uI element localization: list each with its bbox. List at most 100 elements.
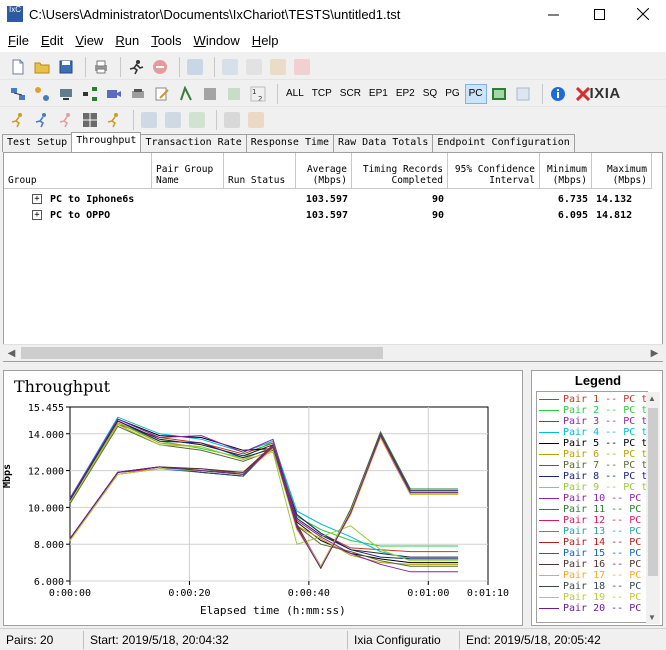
grid-horizontal-scrollbar[interactable]: ◀ ▶ xyxy=(3,344,663,361)
legend-item[interactable]: Pair 2 -- PC t xyxy=(539,405,647,416)
add-multicast-button[interactable] xyxy=(32,84,52,104)
results-button-2[interactable] xyxy=(32,110,52,130)
tab-response-time[interactable]: Response Time xyxy=(245,134,335,152)
scroll-up-icon[interactable]: ▲ xyxy=(648,394,656,403)
table-row[interactable]: + PC to OPPO 103.597 90 6.095 14.812 xyxy=(4,207,662,223)
edit-button[interactable] xyxy=(152,84,172,104)
results-button-10[interactable] xyxy=(246,110,266,130)
video-pair-button[interactable] xyxy=(104,84,124,104)
table-row[interactable]: + PC to Iphone6s 103.597 90 6.735 14.132 xyxy=(4,191,662,207)
toggle-disabled-button[interactable] xyxy=(224,84,244,104)
view-filter-pc-button[interactable]: PC xyxy=(464,83,487,104)
column-header[interactable]: Maximum (Mbps) xyxy=(592,153,652,189)
view-filter-all-button[interactable]: ALL xyxy=(283,84,307,104)
legend-item[interactable]: Pair 19 -- PC xyxy=(539,592,647,603)
column-header[interactable]: Timing Records Completed xyxy=(352,153,448,189)
legend-item[interactable]: Pair 7 -- PC t xyxy=(539,460,647,471)
tab-throughput[interactable]: Throughput xyxy=(71,132,142,152)
delete-button[interactable] xyxy=(292,57,312,77)
tab-endpoint-configuration[interactable]: Endpoint Configuration xyxy=(432,134,575,152)
legend-item[interactable]: Pair 11 -- PC xyxy=(539,504,647,515)
open-button[interactable] xyxy=(32,57,52,77)
hardware-button[interactable] xyxy=(80,84,100,104)
results-button-7[interactable] xyxy=(163,110,183,130)
column-header[interactable]: Run Status xyxy=(224,153,296,189)
results-button-3[interactable] xyxy=(56,110,76,130)
legend-item[interactable]: Pair 16 -- PC xyxy=(539,559,647,570)
save-button[interactable] xyxy=(56,57,76,77)
endpoint-button[interactable] xyxy=(56,84,76,104)
view-filter-tcp-button[interactable]: TCP xyxy=(309,84,335,104)
view-filter-pg-button[interactable]: PG xyxy=(442,84,462,104)
menu-file[interactable]: File xyxy=(2,33,35,48)
tab-transaction-rate[interactable]: Transaction Rate xyxy=(140,134,247,152)
chart-view-button[interactable] xyxy=(489,84,509,104)
menu-window[interactable]: Window xyxy=(188,33,246,48)
run-button[interactable] xyxy=(126,57,146,77)
filter-button[interactable] xyxy=(200,84,220,104)
scroll-right-icon[interactable]: ▶ xyxy=(646,345,663,362)
scrollbar-thumb[interactable] xyxy=(21,347,383,359)
view-filter-sq-button[interactable]: SQ xyxy=(420,84,440,104)
column-header[interactable]: Group xyxy=(4,153,152,189)
column-header[interactable]: 95% Confidence Interval xyxy=(448,153,540,189)
column-header[interactable]: Average (Mbps) xyxy=(296,153,352,189)
legend-item[interactable]: Pair 17 -- PC xyxy=(539,570,647,581)
menu-view[interactable]: View xyxy=(69,33,109,48)
column-header[interactable]: Minimum (Mbps) xyxy=(540,153,592,189)
close-button[interactable] xyxy=(620,0,666,28)
voip-button[interactable] xyxy=(128,84,148,104)
legend-vertical-scrollbar[interactable]: ▲ ▼ xyxy=(646,392,660,624)
view-filter-ep1-button[interactable]: EP1 xyxy=(366,84,391,104)
legend-item[interactable]: Pair 8 -- PC t xyxy=(539,471,647,482)
legend-item[interactable]: Pair 4 -- PC t xyxy=(539,427,648,438)
legend-item[interactable]: Pair 14 -- PC xyxy=(539,537,647,548)
column-header[interactable]: Pair Group Name xyxy=(152,153,224,189)
export-button[interactable] xyxy=(513,84,533,104)
legend-item[interactable]: Pair 15 -- PC xyxy=(539,548,647,559)
legend-item[interactable]: Pair 10 -- PC xyxy=(539,493,647,504)
legend-item[interactable]: Pair 5 -- PC t xyxy=(539,438,647,449)
legend-item[interactable]: Pair 3 -- PC t xyxy=(539,416,647,427)
menu-tools[interactable]: Tools xyxy=(145,33,187,48)
print-button[interactable] xyxy=(91,57,111,77)
results-button-1[interactable] xyxy=(8,110,28,130)
results-button-6[interactable] xyxy=(139,110,159,130)
legend-item[interactable]: Pair 13 -- PC xyxy=(539,526,647,537)
view-filter-scr-button[interactable]: SCR xyxy=(337,84,364,104)
script-button[interactable] xyxy=(176,84,196,104)
maximize-button[interactable] xyxy=(576,0,622,28)
results-button-8[interactable] xyxy=(187,110,207,130)
sort-button[interactable]: 12 xyxy=(248,84,268,104)
legend-item[interactable]: Pair 12 -- PC xyxy=(539,515,647,526)
legend-item[interactable]: Pair 18 -- PC xyxy=(539,581,647,592)
scroll-left-icon[interactable]: ◀ xyxy=(3,345,20,362)
paste-button[interactable] xyxy=(268,57,288,77)
scrollbar-thumb[interactable] xyxy=(648,408,658,576)
legend-item[interactable]: Pair 9 -- PC t xyxy=(539,482,647,493)
minimize-button[interactable] xyxy=(530,0,576,28)
expand-icon[interactable]: + xyxy=(32,210,42,220)
legend-item[interactable]: Pair 1 -- PC t xyxy=(539,394,647,405)
menu-run[interactable]: Run xyxy=(109,33,145,48)
scroll-down-icon[interactable]: ▼ xyxy=(648,613,656,622)
menu-edit[interactable]: Edit xyxy=(35,33,69,48)
copy-button[interactable] xyxy=(244,57,264,77)
results-button-4[interactable] xyxy=(80,110,100,130)
results-button-5[interactable] xyxy=(104,110,124,130)
toolbar-button-disabled[interactable] xyxy=(185,57,205,77)
new-file-button[interactable] xyxy=(8,57,28,77)
legend-item[interactable]: Pair 6 -- PC t xyxy=(539,449,647,460)
add-pair-button[interactable] xyxy=(8,84,28,104)
info-button[interactable] xyxy=(548,84,568,104)
view-filter-ep2-button[interactable]: EP2 xyxy=(393,84,418,104)
stop-button[interactable] xyxy=(150,57,170,77)
results-button-9[interactable] xyxy=(222,110,242,130)
legend-label: Pair 4 -- PC t xyxy=(563,427,648,438)
expand-icon[interactable]: + xyxy=(32,194,42,204)
cut-button[interactable] xyxy=(220,57,240,77)
menu-help[interactable]: Help xyxy=(246,33,285,48)
tab-raw-data-totals[interactable]: Raw Data Totals xyxy=(333,134,434,152)
tab-test-setup[interactable]: Test Setup xyxy=(2,134,73,152)
legend-item[interactable]: Pair 20 -- PC xyxy=(539,603,647,614)
